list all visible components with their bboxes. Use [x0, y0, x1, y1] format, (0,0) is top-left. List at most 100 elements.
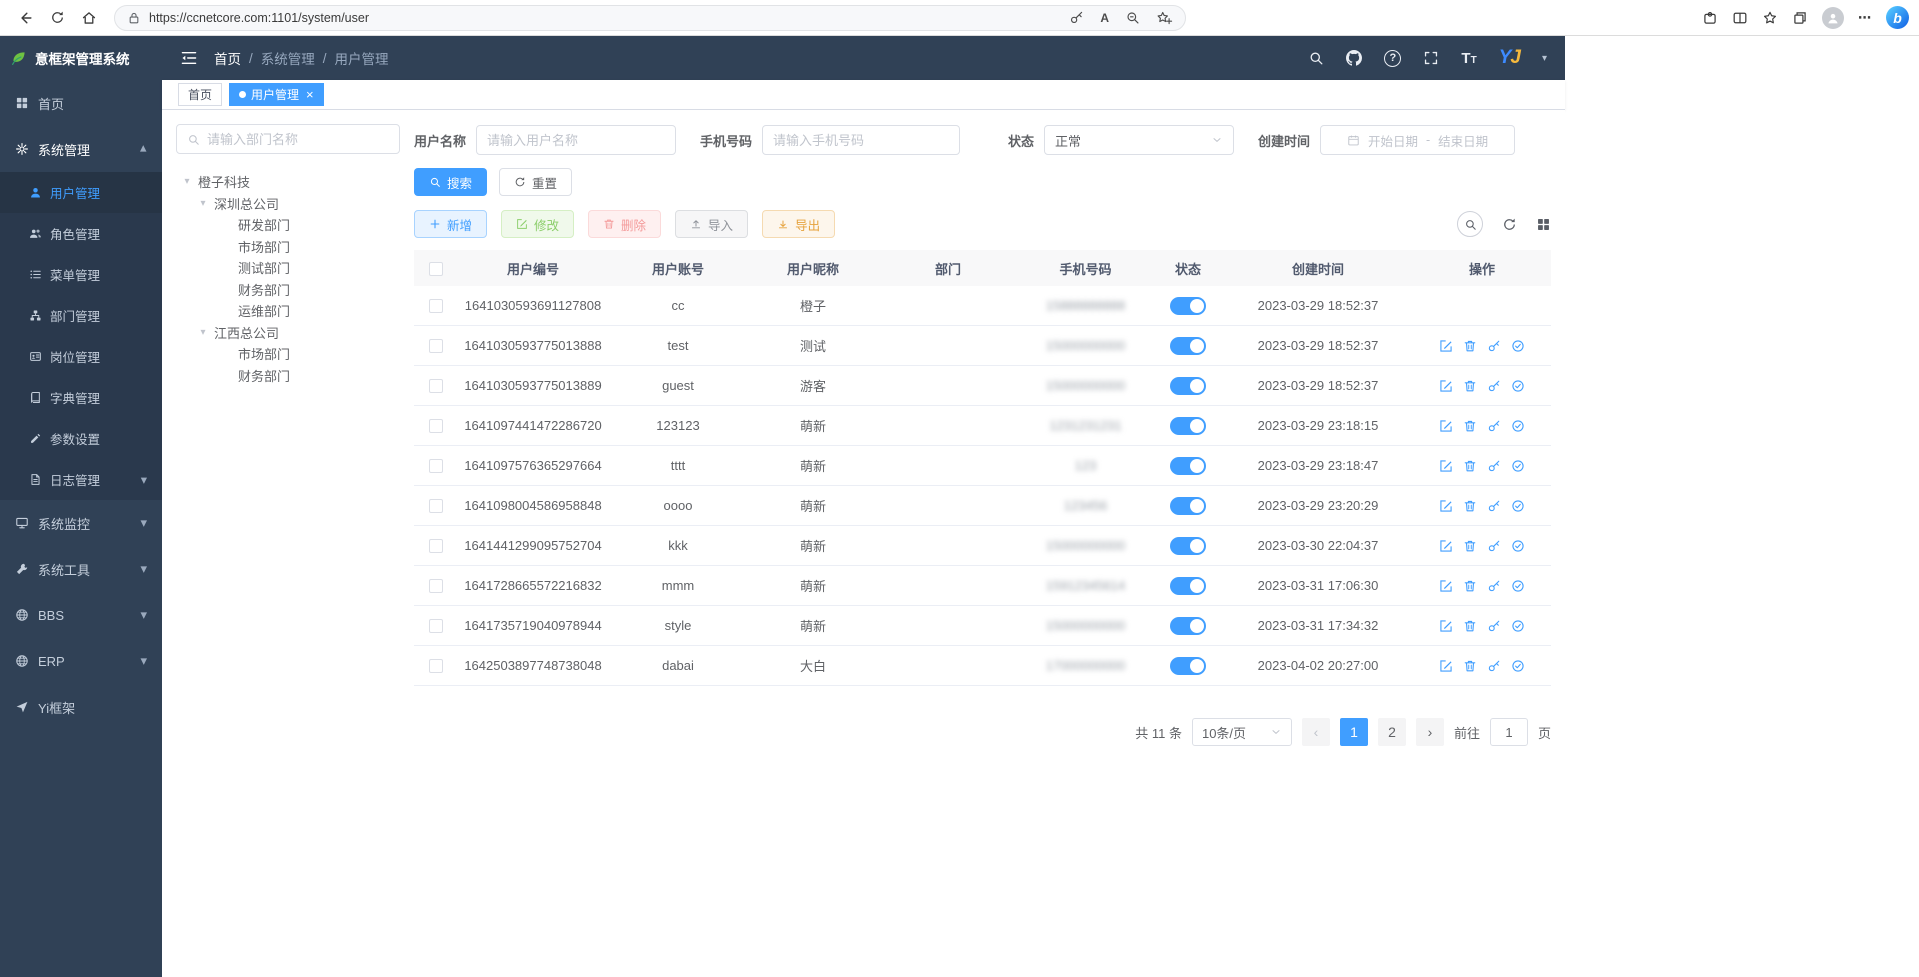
delete-icon[interactable]	[1463, 579, 1477, 593]
read-aloud-icon[interactable]: A	[1100, 11, 1109, 25]
tree-node-company[interactable]: ▾橙子科技	[176, 171, 400, 193]
sidebar-toggle-icon[interactable]	[180, 49, 198, 67]
browser-home-button[interactable]	[74, 4, 104, 32]
next-page-button[interactable]: ›	[1416, 718, 1444, 746]
help-icon[interactable]: ?	[1384, 50, 1401, 67]
username-input[interactable]	[487, 133, 665, 148]
sidebar-item-system-monitor[interactable]: 系统监控 ▾	[0, 500, 162, 546]
refresh-table-icon[interactable]	[1502, 217, 1517, 232]
sidebar-item-dict-management[interactable]: 字典管理	[0, 377, 162, 418]
sidebar-item-post-management[interactable]: 岗位管理	[0, 336, 162, 377]
tree-node-dept[interactable]: 运维部门	[176, 300, 400, 322]
status-toggle[interactable]	[1170, 577, 1206, 595]
zoom-out-icon[interactable]	[1125, 10, 1140, 25]
status-toggle[interactable]	[1170, 497, 1206, 515]
assign-role-icon[interactable]	[1511, 579, 1525, 593]
reset-password-icon[interactable]	[1487, 579, 1501, 593]
dept-search-input[interactable]	[207, 132, 389, 147]
tree-expand-icon[interactable]: ▾	[198, 198, 208, 209]
sidebar-item-system-management[interactable]: 系统管理 ▾	[0, 126, 162, 172]
sidebar-item-user-management[interactable]: 用户管理	[0, 172, 162, 213]
edit-icon[interactable]	[1439, 459, 1453, 473]
assign-role-icon[interactable]	[1511, 459, 1525, 473]
tree-node-dept[interactable]: 市场部门	[176, 343, 400, 365]
reset-password-icon[interactable]	[1487, 619, 1501, 633]
edit-icon[interactable]	[1439, 539, 1453, 553]
status-toggle[interactable]	[1170, 537, 1206, 555]
reset-button[interactable]: 重置	[499, 168, 572, 196]
delete-icon[interactable]	[1463, 379, 1477, 393]
collections-icon[interactable]	[1792, 10, 1808, 26]
delete-icon[interactable]	[1463, 659, 1477, 673]
edit-icon[interactable]	[1439, 499, 1453, 513]
status-toggle[interactable]	[1170, 457, 1206, 475]
import-button[interactable]: 导入	[675, 210, 748, 238]
fullscreen-icon[interactable]	[1423, 50, 1439, 66]
profile-avatar[interactable]	[1822, 7, 1844, 29]
status-toggle[interactable]	[1170, 297, 1206, 315]
sidebar-item-log-management[interactable]: 日志管理 ▾	[0, 459, 162, 500]
tree-node-dept[interactable]: 市场部门	[176, 236, 400, 258]
status-select[interactable]: 正常	[1044, 125, 1234, 155]
browser-refresh-button[interactable]	[42, 4, 72, 32]
row-checkbox[interactable]	[429, 339, 443, 353]
tree-expand-icon[interactable]: ▾	[198, 327, 208, 338]
sidebar-item-menu-management[interactable]: 菜单管理	[0, 254, 162, 295]
sidebar-item-bbs[interactable]: BBS ▾	[0, 592, 162, 638]
select-all-checkbox[interactable]	[429, 262, 443, 276]
assign-role-icon[interactable]	[1511, 499, 1525, 513]
row-checkbox[interactable]	[429, 419, 443, 433]
row-checkbox[interactable]	[429, 299, 443, 313]
tree-node-branch[interactable]: ▾江西总公司	[176, 322, 400, 344]
assign-role-icon[interactable]	[1511, 659, 1525, 673]
page-2-button[interactable]: 2	[1378, 718, 1406, 746]
delete-icon[interactable]	[1463, 539, 1477, 553]
browser-menu-icon[interactable]: ⋯	[1858, 10, 1872, 26]
status-toggle[interactable]	[1170, 657, 1206, 675]
assign-role-icon[interactable]	[1511, 619, 1525, 633]
user-logo-avatar[interactable]: YJ	[1499, 47, 1520, 69]
status-toggle[interactable]	[1170, 417, 1206, 435]
back-button[interactable]	[10, 4, 40, 32]
sidebar-item-dept-management[interactable]: 部门管理	[0, 295, 162, 336]
tab-user-management[interactable]: 用户管理 ×	[229, 83, 324, 106]
add-favorite-icon[interactable]	[1156, 10, 1173, 26]
delete-icon[interactable]	[1463, 419, 1477, 433]
edit-icon[interactable]	[1439, 379, 1453, 393]
reset-password-icon[interactable]	[1487, 339, 1501, 353]
edit-icon[interactable]	[1439, 659, 1453, 673]
edit-icon[interactable]	[1439, 419, 1453, 433]
delete-button[interactable]: 删除	[588, 210, 661, 238]
delete-icon[interactable]	[1463, 499, 1477, 513]
sidebar-item-role-management[interactable]: 角色管理	[0, 213, 162, 254]
font-size-icon[interactable]: TT	[1461, 50, 1476, 67]
avatar-caret-icon[interactable]: ▾	[1542, 53, 1547, 64]
assign-role-icon[interactable]	[1511, 339, 1525, 353]
address-bar[interactable]: https://ccnetcore.com:1101/system/user A	[114, 5, 1186, 31]
assign-role-icon[interactable]	[1511, 539, 1525, 553]
sidebar-item-erp[interactable]: ERP ▾	[0, 638, 162, 684]
edit-icon[interactable]	[1439, 619, 1453, 633]
assign-role-icon[interactable]	[1511, 379, 1525, 393]
sidebar-item-system-tools[interactable]: 系统工具 ▾	[0, 546, 162, 592]
reset-password-icon[interactable]	[1487, 499, 1501, 513]
favorites-icon[interactable]	[1762, 10, 1778, 26]
tree-node-dept[interactable]: 研发部门	[176, 214, 400, 236]
row-checkbox[interactable]	[429, 659, 443, 673]
close-tab-icon[interactable]: ×	[306, 88, 314, 101]
tab-home[interactable]: 首页	[178, 83, 222, 106]
tree-node-dept[interactable]: 财务部门	[176, 279, 400, 301]
status-toggle[interactable]	[1170, 377, 1206, 395]
edit-icon[interactable]	[1439, 339, 1453, 353]
reset-password-icon[interactable]	[1487, 659, 1501, 673]
row-checkbox[interactable]	[429, 379, 443, 393]
date-range-picker[interactable]: 开始日期 - 结束日期	[1320, 125, 1515, 155]
edit-button[interactable]: 修改	[501, 210, 574, 238]
row-checkbox[interactable]	[429, 539, 443, 553]
status-toggle[interactable]	[1170, 617, 1206, 635]
sidebar-item-param-settings[interactable]: 参数设置	[0, 418, 162, 459]
reset-password-icon[interactable]	[1487, 379, 1501, 393]
edit-icon[interactable]	[1439, 579, 1453, 593]
password-key-icon[interactable]	[1069, 10, 1084, 25]
phone-input[interactable]	[773, 133, 949, 148]
